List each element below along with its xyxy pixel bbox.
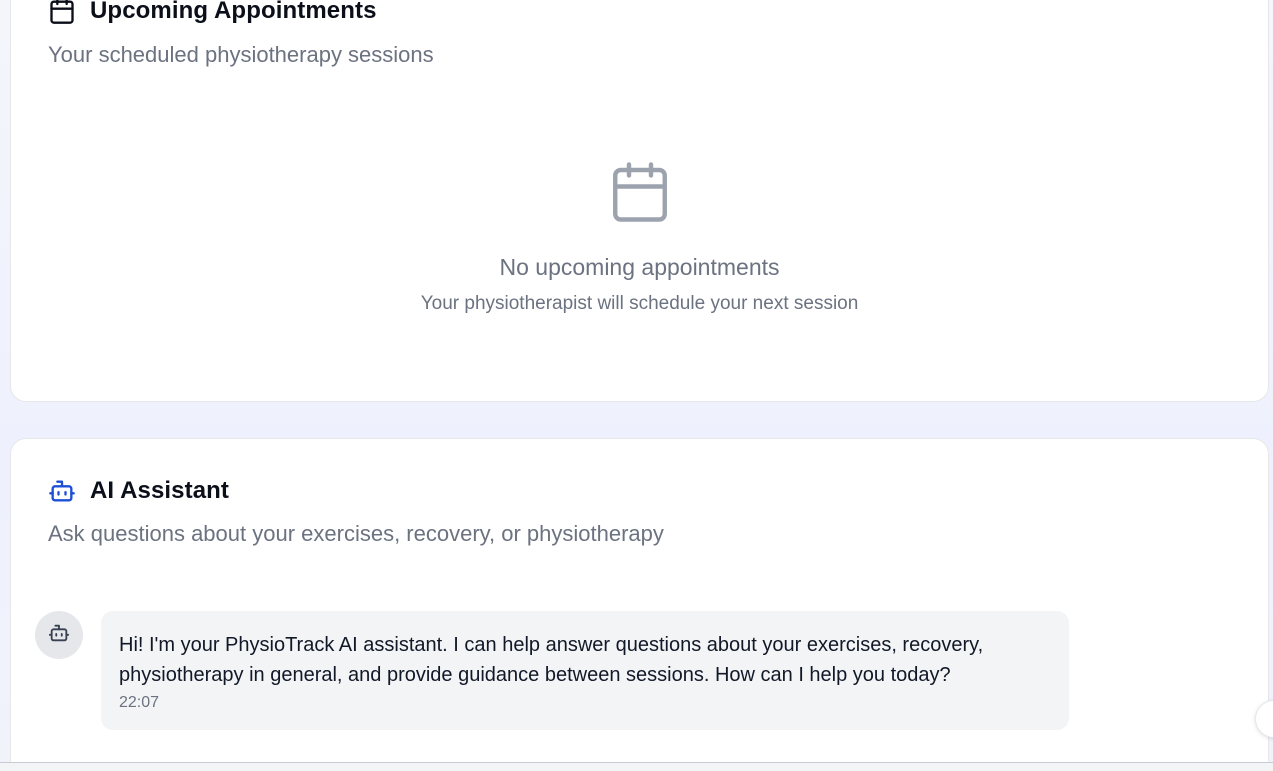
assistant-header: AI Assistant — [48, 477, 229, 505]
appointments-card: Upcoming Appointments Your scheduled phy… — [10, 0, 1269, 402]
message-bubble: Hi! I'm your PhysioTrack AI assistant. I… — [101, 611, 1069, 730]
assistant-title: AI Assistant — [90, 477, 230, 504]
empty-state: No upcoming appointments Your physiother… — [11, 157, 1268, 315]
bot-icon — [48, 477, 76, 505]
bot-icon — [48, 622, 70, 649]
window-bottom-border — [0, 762, 1273, 771]
appointments-header: Upcoming Appointments — [48, 0, 377, 25]
appointments-title: Upcoming Appointments — [90, 0, 377, 24]
appointments-subtitle: Your scheduled physiotherapy sessions — [48, 42, 434, 67]
empty-state-description: Your physiotherapist will schedule your … — [420, 293, 859, 314]
calendar-icon — [607, 157, 673, 227]
chat-message: Hi! I'm your PhysioTrack AI assistant. I… — [35, 611, 1069, 730]
empty-state-title: No upcoming appointments — [499, 254, 780, 280]
assistant-subtitle: Ask questions about your exercises, reco… — [48, 521, 664, 546]
ai-assistant-card: AI Assistant Ask questions about your ex… — [10, 438, 1269, 771]
calendar-icon — [48, 0, 76, 25]
message-text: Hi! I'm your PhysioTrack AI assistant. I… — [119, 634, 984, 686]
message-timestamp: 22:07 — [119, 694, 160, 711]
avatar — [35, 611, 83, 659]
